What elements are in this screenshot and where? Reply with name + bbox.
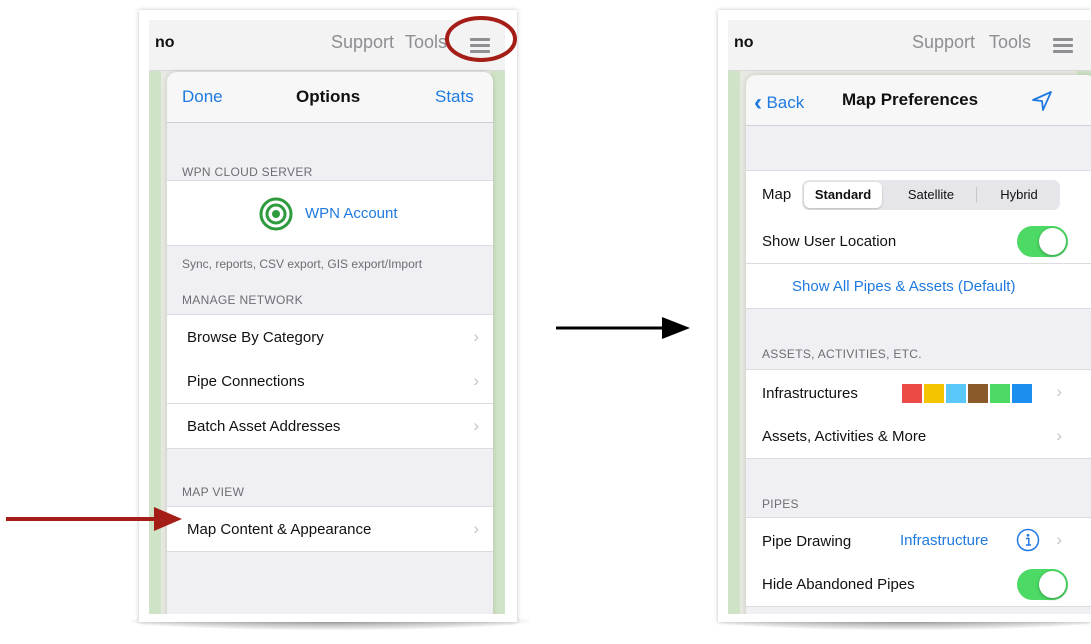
wpn-account-link[interactable]: WPN Account — [305, 205, 398, 222]
row-label: Pipe Drawing — [762, 533, 852, 550]
chevron-right-icon: › — [473, 519, 479, 538]
show-user-location-row: Show User Location — [746, 219, 1091, 264]
tools-link[interactable]: Tools — [405, 32, 447, 53]
chevron-right-icon: › — [473, 371, 479, 390]
color-swatch — [946, 384, 966, 403]
app-brand: no — [734, 34, 754, 51]
left-phone-screen: no Support Tools Done Options Stats WPN … — [149, 20, 505, 614]
row-label: Show User Location — [762, 233, 897, 250]
section-header-pipes: PIPES — [762, 497, 799, 511]
stats-button[interactable]: Stats — [435, 87, 474, 107]
right-phone-screen: no Support Tools ‹ Back Map Preferences … — [728, 20, 1091, 614]
map-type-segmented-control[interactable]: Standard Satellite Hybrid — [802, 180, 1060, 210]
map-type-label: Map — [762, 186, 792, 203]
section-header-cloud: WPN CLOUD SERVER — [182, 165, 313, 179]
options-panel: Done Options Stats WPN CLOUD SERVER WPN … — [167, 72, 493, 614]
map-preferences-panel: ‹ Back Map Preferences Map Standard Sate… — [746, 75, 1091, 614]
pipe-drawing-value: Infrastructure — [900, 532, 989, 549]
back-label: Back — [766, 93, 805, 112]
chevron-right-icon: › — [1056, 530, 1062, 549]
hide-abandoned-pipes-row: Hide Abandoned Pipes — [746, 562, 1091, 607]
list-item-browse-by-category[interactable]: Browse By Category › — [167, 314, 493, 360]
chevron-right-icon: › — [1056, 382, 1062, 401]
wpn-account-cell[interactable]: WPN Account — [167, 180, 493, 246]
red-arrow-annotation — [6, 507, 182, 531]
pipe-drawing-row[interactable]: Pipe Drawing Infrastructure › — [746, 517, 1091, 563]
chevron-left-icon: ‹ — [754, 89, 762, 116]
row-label: Hide Abandoned Pipes — [762, 576, 915, 593]
support-link[interactable]: Support — [912, 32, 975, 53]
app-brand: no — [155, 34, 175, 51]
section-header-assets: ASSETS, ACTIVITIES, ETC. — [762, 347, 922, 361]
list-item-label: Browse By Category — [187, 329, 324, 346]
color-swatch — [902, 384, 922, 403]
transition-arrow — [556, 317, 690, 339]
chevron-right-icon: › — [473, 327, 479, 346]
options-navbar: Done Options Stats — [167, 72, 493, 123]
highlight-circle-annotation — [445, 16, 517, 62]
page-title: Map Preferences — [842, 90, 979, 109]
segment-standard[interactable]: Standard — [804, 182, 882, 208]
row-label: Assets, Activities & More — [762, 428, 927, 445]
segment-hybrid[interactable]: Hybrid — [978, 180, 1060, 210]
show-all-pipes-row[interactable]: Show All Pipes & Assets (Default) — [746, 264, 1091, 309]
color-swatch — [968, 384, 988, 403]
list-item-map-content[interactable]: Map Content & Appearance › — [167, 506, 493, 552]
list-item-label: Map Content & Appearance — [187, 521, 372, 538]
assets-more-row[interactable]: Assets, Activities & More › — [746, 414, 1091, 459]
location-arrow-icon[interactable] — [1030, 89, 1054, 113]
infrastructures-row[interactable]: Infrastructures › — [746, 369, 1091, 415]
section-header-manage: MANAGE NETWORK — [182, 293, 303, 307]
target-icon — [259, 197, 293, 231]
segment-satellite[interactable]: Satellite — [888, 180, 974, 210]
color-swatch — [1012, 384, 1032, 403]
done-button[interactable]: Done — [182, 87, 223, 107]
chevron-right-icon: › — [473, 416, 479, 435]
list-item-pipe-connections[interactable]: Pipe Connections › — [167, 359, 493, 404]
map-type-row: Map Standard Satellite Hybrid — [746, 170, 1091, 220]
page-title: Options — [296, 87, 361, 106]
back-button[interactable]: ‹ Back — [754, 87, 805, 116]
show-user-location-toggle[interactable] — [1017, 226, 1068, 257]
hide-abandoned-pipes-toggle[interactable] — [1017, 569, 1068, 600]
color-swatch — [990, 384, 1010, 403]
chevron-right-icon: › — [1056, 426, 1062, 445]
support-link[interactable]: Support — [331, 32, 394, 53]
info-icon[interactable] — [1016, 528, 1040, 552]
segment-divider — [976, 187, 977, 203]
right-phone-frame: no Support Tools ‹ Back Map Preferences … — [718, 10, 1091, 622]
show-all-pipes-link[interactable]: Show All Pipes & Assets (Default) — [792, 278, 1015, 295]
tools-link[interactable]: Tools — [989, 32, 1031, 53]
row-label: Infrastructures — [762, 385, 858, 402]
cloud-footer-text: Sync, reports, CSV export, GIS export/Im… — [182, 257, 423, 271]
menu-icon[interactable] — [1053, 38, 1073, 53]
map-preferences-navbar: ‹ Back Map Preferences — [746, 75, 1091, 126]
list-item-batch-asset-addresses[interactable]: Batch Asset Addresses › — [167, 404, 493, 449]
list-item-label: Batch Asset Addresses — [187, 418, 341, 435]
section-header-map-view: MAP VIEW — [182, 485, 245, 499]
left-phone-frame: no Support Tools Done Options Stats WPN … — [139, 10, 517, 622]
color-swatch — [924, 384, 944, 403]
app-topbar: no Support Tools — [728, 20, 1091, 71]
list-item-label: Pipe Connections — [187, 373, 305, 390]
